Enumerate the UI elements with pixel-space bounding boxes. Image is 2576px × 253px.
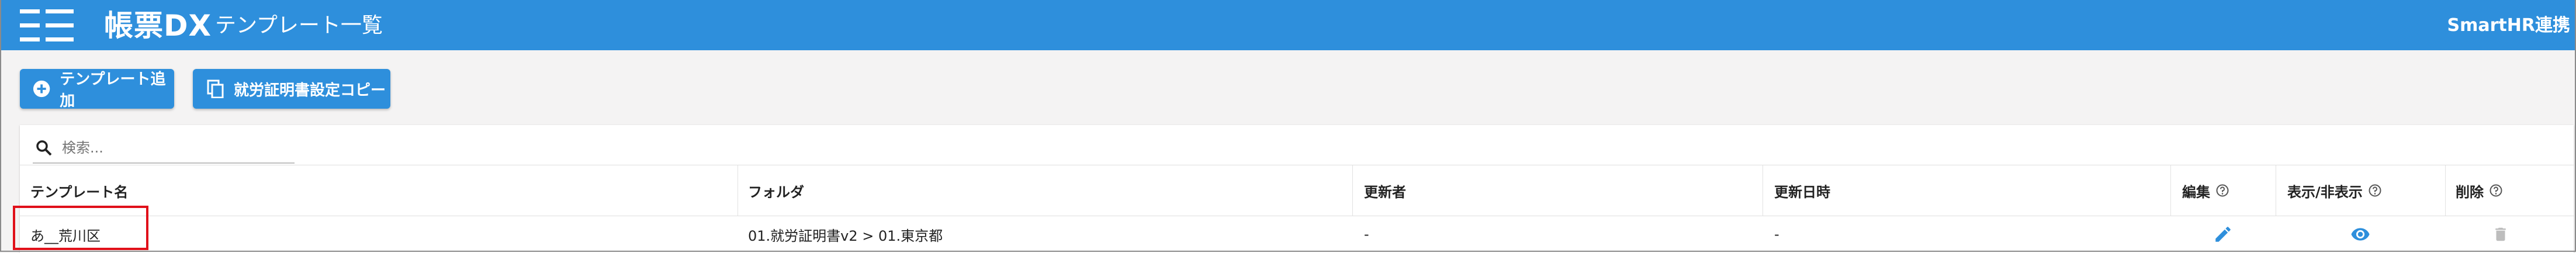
window-border (0, 0, 2576, 252)
